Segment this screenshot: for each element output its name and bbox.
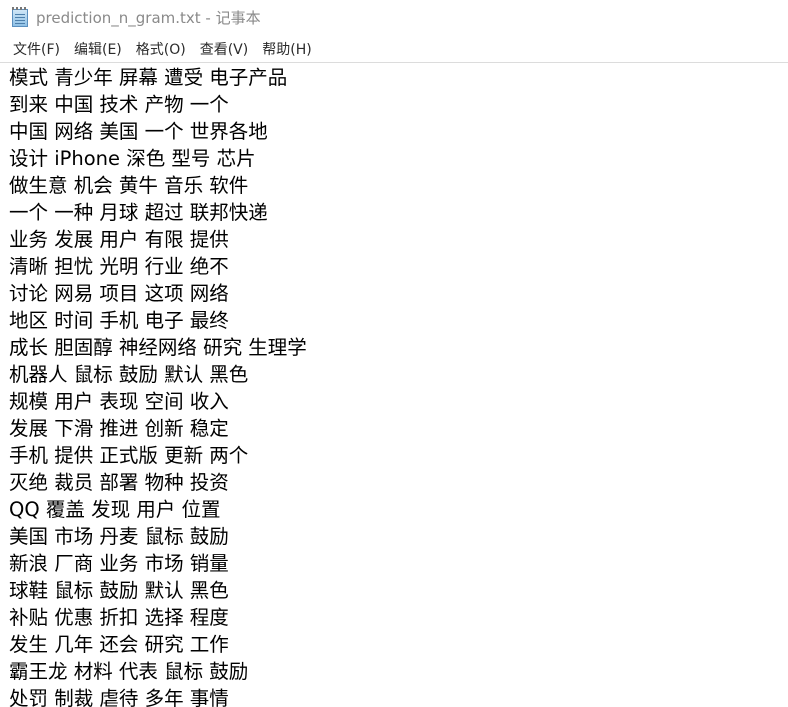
text-line: 中国 网络 美国 一个 世界各地 (9, 120, 268, 143)
text-content[interactable]: 模式 青少年 屏幕 遭受 电子产品 到来 中国 技术 产物 一个 中国 网络 美… (0, 63, 788, 707)
text-line: 霸王龙 材料 代表 鼠标 鼓励 (9, 660, 249, 683)
window-title: prediction_n_gram.txt - 记事本 (36, 9, 261, 27)
notepad-icon (12, 6, 28, 27)
text-line: 业务 发展 用户 有限 提供 (9, 228, 229, 251)
text-line: 地区 时间 手机 电子 最终 (9, 309, 229, 332)
text-line: 美国 市场 丹麦 鼠标 鼓励 (9, 525, 229, 548)
text-line: 手机 提供 正式版 更新 两个 (9, 444, 249, 467)
text-editor[interactable]: 模式 青少年 屏幕 遭受 电子产品 到来 中国 技术 产物 一个 中国 网络 美… (0, 62, 788, 707)
menu-view[interactable]: 查看(V) (193, 37, 256, 61)
text-line: 新浪 厂商 业务 市场 销量 (9, 552, 229, 575)
text-line: 处罚 制裁 虐待 多年 事情 (9, 687, 229, 707)
menu-help[interactable]: 帮助(H) (255, 37, 318, 61)
text-line: 规模 用户 表现 空间 收入 (9, 390, 229, 413)
text-line: 发生 几年 还会 研究 工作 (9, 633, 229, 656)
text-line: 成长 胆固醇 神经网络 研究 生理学 (9, 336, 307, 359)
menu-format[interactable]: 格式(O) (129, 37, 193, 61)
text-line: 讨论 网易 项目 这项 网络 (9, 282, 229, 305)
text-line: 到来 中国 技术 产物 一个 (9, 93, 229, 116)
title-bar[interactable]: prediction_n_gram.txt - 记事本 (0, 0, 788, 35)
text-line: 球鞋 鼠标 鼓励 默认 黑色 (9, 579, 229, 602)
text-line: QQ 覆盖 发现 用户 位置 (9, 498, 221, 521)
menu-file[interactable]: 文件(F) (6, 37, 67, 61)
text-line: 发展 下滑 推进 创新 稳定 (9, 417, 229, 440)
text-line: 补贴 优惠 折扣 选择 程度 (9, 606, 229, 629)
menu-bar: 文件(F) 编辑(E) 格式(O) 查看(V) 帮助(H) (0, 35, 788, 62)
menu-edit[interactable]: 编辑(E) (67, 37, 129, 61)
text-line: 模式 青少年 屏幕 遭受 电子产品 (9, 66, 288, 89)
text-line: 设计 iPhone 深色 型号 芯片 (9, 147, 256, 170)
text-line: 机器人 鼠标 鼓励 默认 黑色 (9, 363, 249, 386)
text-line: 清晰 担忧 光明 行业 绝不 (9, 255, 229, 278)
text-line: 做生意 机会 黄牛 音乐 软件 (9, 174, 249, 197)
text-line: 一个 一种 月球 超过 联邦快递 (9, 201, 268, 224)
text-line: 灭绝 裁员 部署 物种 投资 (9, 471, 229, 494)
